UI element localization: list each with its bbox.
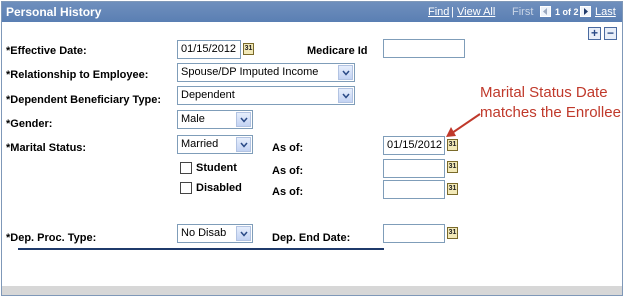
effective-date-calendar-icon[interactable]: 31 <box>243 43 254 55</box>
last-link[interactable]: Last <box>595 6 616 18</box>
dep-end-date-label: Dep. End Date: <box>272 232 351 244</box>
marital-status-label: *Marital Status: <box>6 142 87 154</box>
medicare-id-label: Medicare Id <box>307 45 368 57</box>
marital-status-value: Married <box>181 138 219 150</box>
student-checkbox[interactable] <box>180 162 192 174</box>
relationship-value: Spouse/DP Imputed Income <box>181 66 319 78</box>
marital-as-of-input[interactable]: 01/15/2012 <box>383 136 445 155</box>
chevron-down-icon <box>236 226 251 241</box>
gender-select[interactable]: Male <box>177 110 253 129</box>
gender-value: Male <box>181 113 205 125</box>
dependent-type-label: *Dependent Beneficiary Type: <box>6 94 162 106</box>
dep-end-date-calendar-icon[interactable]: 31 <box>447 227 458 239</box>
nav-separator: | <box>451 6 454 18</box>
dep-proc-type-label: *Dep. Proc. Type: <box>6 232 97 244</box>
effective-date-input[interactable]: 01/15/2012 <box>177 40 241 59</box>
annotation-arrow-icon <box>446 113 481 137</box>
marital-as-of-label: As of: <box>272 142 304 154</box>
annotation-line-1: Marital Status Date <box>480 84 608 101</box>
view-all-link[interactable]: View All <box>457 6 495 18</box>
row-counter: 1 of 2 <box>555 7 579 17</box>
disabled-label: Disabled <box>196 182 242 194</box>
dependent-type-value: Dependent <box>181 89 235 101</box>
add-row-button[interactable]: + <box>588 27 601 40</box>
marital-status-select[interactable]: Married <box>177 135 253 154</box>
student-as-of-label: As of: <box>272 165 304 177</box>
panel-title: Personal History <box>6 5 102 19</box>
dep-proc-type-value: No Disab <box>181 227 227 239</box>
student-label: Student <box>196 162 237 174</box>
effective-date-label: *Effective Date: <box>6 45 87 57</box>
student-as-of-input[interactable] <box>383 159 445 178</box>
chevron-down-icon <box>236 137 251 152</box>
delete-row-button[interactable]: − <box>604 27 617 40</box>
panel-header: Personal History Find | View All First 1… <box>2 2 622 22</box>
chevron-down-icon <box>236 112 251 127</box>
dep-end-date-input[interactable] <box>383 224 445 243</box>
dependent-type-select[interactable]: Dependent <box>177 86 355 105</box>
disabled-as-of-calendar-icon[interactable]: 31 <box>447 183 458 195</box>
chevron-down-icon <box>338 65 353 80</box>
find-link[interactable]: Find <box>428 6 449 18</box>
personal-history-panel: Personal History Find | View All First 1… <box>1 1 623 296</box>
panel-footer <box>2 286 622 295</box>
relationship-label: *Relationship to Employee: <box>6 69 149 81</box>
first-label: First <box>512 6 534 18</box>
annotation-line-2: matches the Enrollee <box>480 104 621 121</box>
disabled-checkbox[interactable] <box>180 182 192 194</box>
disabled-as-of-label: As of: <box>272 186 304 198</box>
dep-proc-type-select[interactable]: No Disab <box>177 224 253 243</box>
next-arrow-icon[interactable] <box>580 6 591 17</box>
relationship-select[interactable]: Spouse/DP Imputed Income <box>177 63 355 82</box>
disabled-as-of-input[interactable] <box>383 180 445 199</box>
chevron-down-icon <box>338 88 353 103</box>
marital-as-of-calendar-icon[interactable]: 31 <box>447 139 458 151</box>
gender-label: *Gender: <box>6 118 53 130</box>
student-as-of-calendar-icon[interactable]: 31 <box>447 161 458 173</box>
previous-arrow-icon <box>540 6 551 17</box>
medicare-id-input[interactable] <box>383 39 465 58</box>
section-divider <box>18 248 384 250</box>
